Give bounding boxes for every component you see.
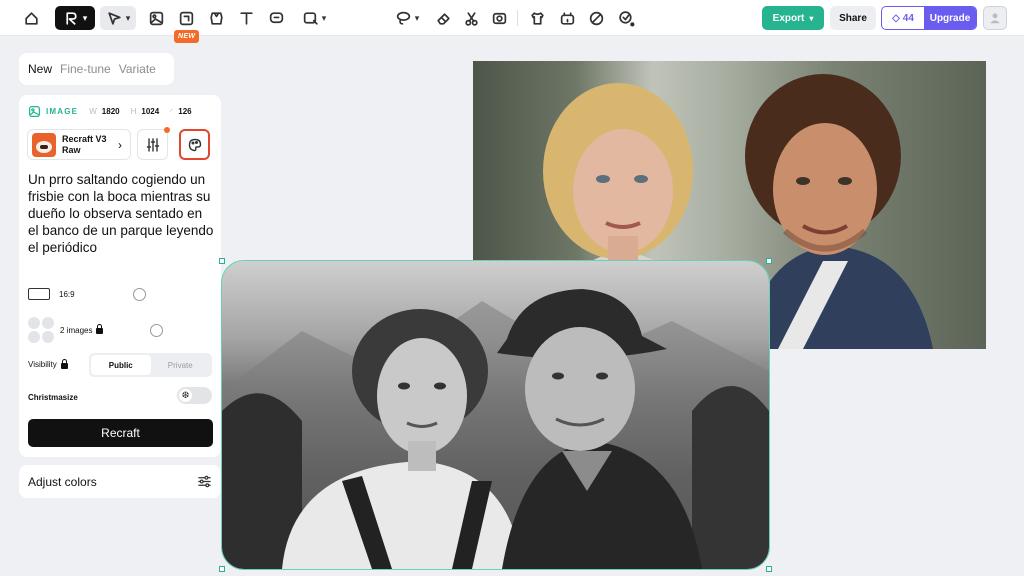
mode-tabs: New Fine-tune Variate — [19, 53, 174, 85]
share-button[interactable]: Share — [830, 6, 876, 30]
chevron-down-icon: ▾ — [414, 12, 420, 23]
aspect-ratio-option[interactable]: 16:9 — [28, 288, 75, 300]
visibility-toggle: Public Private — [89, 353, 212, 377]
palette-icon — [188, 138, 201, 151]
tab-new[interactable]: New — [28, 62, 52, 76]
diamond-icon: ◇ — [892, 12, 900, 24]
settings-button[interactable] — [137, 127, 170, 160]
style-button[interactable] — [179, 129, 210, 160]
upgrade-button[interactable]: Upgrade — [924, 7, 976, 29]
corner-radius-icon: ◜ — [170, 107, 174, 116]
remove-background-icon[interactable] — [488, 6, 510, 30]
user-icon — [990, 13, 1000, 24]
magic-edit-icon[interactable] — [614, 6, 638, 30]
image-settings-row[interactable]: IMAGE W 1820 H 1024 ◜ 126 — [28, 105, 192, 118]
lasso-tool-button[interactable]: ▾ — [391, 6, 423, 30]
resize-handle-bottom-right[interactable] — [766, 566, 772, 572]
generated-image-bw-portrait[interactable] — [221, 260, 770, 570]
tab-fine-tune[interactable]: Fine-tune — [60, 62, 111, 76]
image-type-label: IMAGE — [46, 107, 79, 116]
adjust-colors-label: Adjust colors — [28, 474, 97, 489]
image-count-option[interactable]: 2 images — [28, 317, 104, 343]
lock-icon — [96, 324, 104, 334]
resize-handle-top-left[interactable] — [219, 258, 225, 264]
frame-icon — [303, 11, 318, 25]
chevron-down-icon: ▾ — [321, 12, 327, 23]
notification-dot — [164, 127, 170, 133]
images-icon — [28, 317, 54, 343]
eraser-icon[interactable] — [432, 6, 454, 30]
generate-tool-icon[interactable] — [175, 6, 197, 30]
lasso-icon — [396, 11, 410, 25]
visibility-label: Visibility — [28, 360, 57, 369]
credits-counter: ◇ 44 — [892, 12, 914, 24]
visibility-label-row: Visibility — [28, 358, 68, 369]
text-tool-icon[interactable] — [235, 6, 257, 30]
image-count-value: 2 images — [60, 325, 93, 335]
resize-handle-bottom-left[interactable] — [219, 566, 225, 572]
generation-panel: IMAGE W 1820 H 1024 ◜ 126 Recraft V3 Raw… — [19, 95, 221, 457]
tab-variate[interactable]: Variate — [119, 62, 156, 76]
credits-upgrade-group[interactable]: ◇ 44 Upgrade — [881, 6, 977, 30]
width-value[interactable]: 1820 — [102, 107, 120, 116]
chevron-down-icon: ▾ — [125, 12, 131, 23]
new-badge: NEW — [174, 30, 200, 43]
christmasize-label: Christmasize — [28, 393, 78, 402]
chevron-down-icon: ▾ — [82, 12, 88, 23]
prompt-input[interactable]: Un prro saltando cogiendo un frisbie con… — [28, 171, 216, 256]
visibility-public[interactable]: Public — [91, 355, 151, 375]
comment-tool-icon[interactable] — [265, 6, 287, 30]
christmasize-switch[interactable]: ❆ — [177, 387, 212, 404]
model-selector[interactable]: Recraft V3 Raw › — [27, 129, 131, 160]
shirt-icon[interactable] — [526, 6, 548, 30]
visibility-private[interactable]: Private — [151, 355, 211, 375]
model-name: Recraft V3 Raw — [62, 133, 107, 155]
vectorize-icon[interactable] — [585, 6, 607, 30]
upscale-icon[interactable] — [556, 6, 578, 30]
image-count-radio[interactable] — [150, 324, 163, 337]
extra-value[interactable]: 126 — [178, 107, 191, 116]
bw-portrait-illustration — [222, 289, 769, 569]
aspect-ratio-icon — [28, 288, 50, 300]
generate-button[interactable]: Recraft — [28, 419, 213, 447]
chevron-down-icon: ▾ — [809, 13, 814, 23]
lock-icon — [60, 358, 68, 369]
sliders-icon — [146, 137, 159, 152]
select-tool-button[interactable]: ▾ — [100, 6, 136, 30]
recraft-logo-icon — [66, 11, 77, 25]
aspect-ratio-value: 16:9 — [59, 289, 75, 299]
adjust-colors-row[interactable]: Adjust colors — [19, 465, 221, 498]
height-value[interactable]: 1024 — [141, 107, 159, 116]
brand-menu-button[interactable]: ▾ — [55, 6, 95, 30]
pointer-icon — [108, 11, 121, 25]
chevron-right-icon: › — [118, 137, 122, 152]
image-tool-icon[interactable] — [145, 6, 167, 30]
mockup-tool-icon[interactable] — [205, 6, 227, 30]
resize-handle-top-right[interactable] — [766, 258, 772, 264]
model-thumbnail — [32, 132, 56, 157]
height-key: H — [130, 107, 137, 116]
top-toolbar: ▾ ▾ NEW ▾ ▾ Export ▾ Share ◇ 44 Upgrade — [0, 0, 1024, 43]
frame-tool-button[interactable]: ▾ — [296, 6, 332, 30]
width-key: W — [89, 107, 97, 116]
snowflake-icon: ❆ — [179, 389, 192, 402]
aspect-ratio-radio[interactable] — [133, 288, 146, 301]
image-icon — [29, 106, 40, 117]
scissors-icon[interactable] — [460, 6, 482, 30]
christmasize-row: Christmasize — [28, 393, 78, 402]
sliders-icon — [198, 475, 211, 488]
home-icon[interactable] — [20, 6, 42, 30]
avatar[interactable] — [983, 6, 1007, 30]
export-button[interactable]: Export ▾ — [762, 6, 824, 30]
